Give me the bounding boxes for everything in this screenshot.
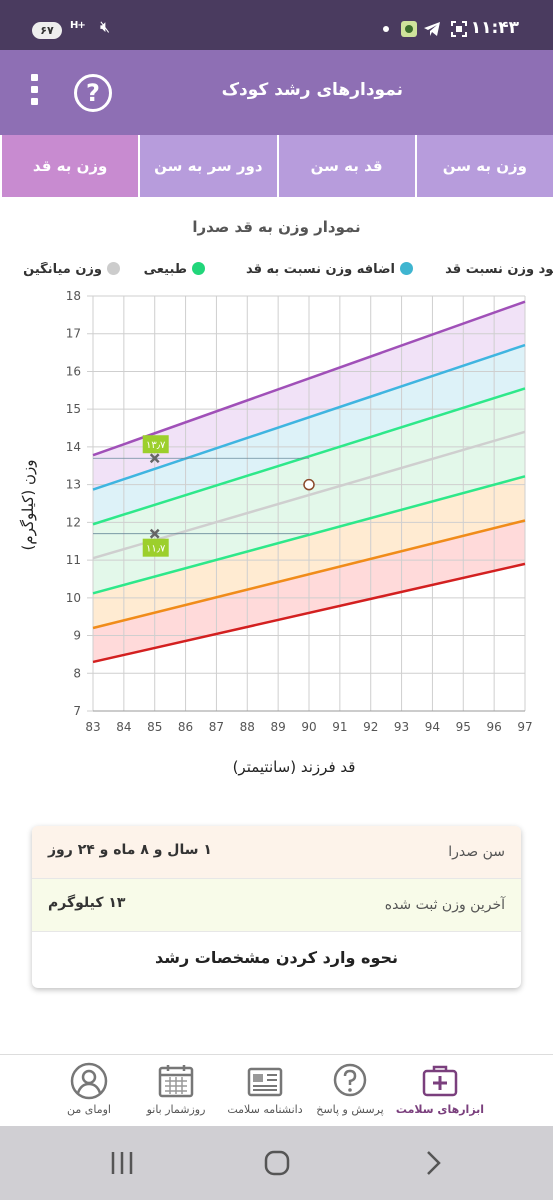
age-label: سن صدرا (448, 844, 505, 860)
x-tick-label: 83 (85, 720, 100, 734)
growth-info-card: سن صدرا ۱ سال و ۸ ماه و ۲۴ روز آخرین وزن… (32, 826, 521, 988)
last-weight-value: ۱۳ کیلوگرم (48, 895, 126, 911)
x-tick-label: 97 (517, 720, 532, 734)
x-tick-label: 86 (178, 720, 193, 734)
bottom-navigation: ابزارهای سلامت پرسش و پاسخ دانشنامه سلام… (0, 1054, 553, 1126)
x-tick-label: 91 (332, 720, 347, 734)
legend-item-normal: طبیعی (144, 262, 205, 277)
y-tick-label: 7 (73, 704, 81, 718)
nav-label-calendar: روزشمار بانو (146, 1103, 206, 1116)
y-tick-label: 16 (66, 364, 81, 378)
data-point (303, 478, 315, 491)
back-icon[interactable] (420, 1150, 448, 1176)
y-tick-label: 17 (66, 327, 81, 341)
legend-swatch-overweight (400, 262, 413, 275)
x-tick-label: 89 (271, 720, 286, 734)
nav-label-health-tools: ابزارهای سلامت (395, 1103, 485, 1116)
nav-health-tools[interactable]: ابزارهای سلامت (390, 1061, 490, 1116)
question-bubble-icon (333, 1063, 367, 1097)
telegram-icon (424, 22, 440, 36)
status-bar: ۶۷ H+ 🔇︎ ۱۱:۴۳ (0, 0, 553, 50)
chart-tabs: وزن به سن قد به سن دور سر به سن وزن به ق… (0, 135, 553, 197)
notification-dot-icon (383, 26, 389, 32)
recent-apps-icon[interactable] (108, 1150, 136, 1176)
x-tick-label: 87 (209, 720, 224, 734)
nav-encyclopedia[interactable]: دانشنامه سلامت (215, 1061, 315, 1116)
y-tick-label: 8 (73, 666, 81, 680)
x-tick-label: 85 (147, 720, 162, 734)
last-weight-label: آخرین وزن ثبت شده (384, 897, 505, 913)
y-tick-label: 15 (66, 402, 81, 416)
newspaper-icon (247, 1067, 283, 1097)
clock: ۱۱:۴۳ (470, 18, 519, 38)
app-bar: ? نمودارهای رشد کودک (0, 50, 553, 135)
y-tick-label: 11 (66, 553, 81, 567)
calendar-icon (158, 1065, 194, 1098)
age-row: سن صدرا ۱ سال و ۸ ماه و ۲۴ روز (32, 826, 521, 879)
age-value: ۱ سال و ۸ ماه و ۲۴ روز (48, 842, 212, 858)
y-tick-label: 14 (66, 440, 81, 454)
profile-icon (70, 1062, 108, 1100)
tab-head-circumference-for-age[interactable]: دور سر به سن (138, 135, 276, 197)
nav-label-profile: اومای من (67, 1103, 111, 1116)
legend-label-underweight: کمبود وزن نسبت قد (445, 262, 553, 277)
howto-enter-growth-button[interactable]: نحوه وارد کردن مشخصات رشد (32, 932, 521, 988)
nav-profile[interactable]: اومای من (39, 1061, 139, 1116)
x-tick-label: 94 (425, 720, 440, 734)
x-tick-label: 90 (301, 720, 316, 734)
nav-label-encyclopedia: دانشنامه سلامت (227, 1103, 303, 1116)
tab-weight-for-age[interactable]: وزن به سن (414, 135, 553, 197)
battery-indicator: ۶۷ (32, 22, 62, 39)
y-tick-label: 13 (66, 478, 81, 492)
app-notification-icon (401, 21, 417, 37)
home-icon[interactable] (263, 1150, 291, 1176)
marker-label-1: ۱۱٫۷ (146, 544, 166, 555)
tab-weight-for-height[interactable]: وزن به قد (0, 135, 139, 197)
y-tick-label: 12 (66, 515, 81, 529)
nav-label-questions: پرسش و پاسخ (316, 1103, 384, 1116)
screenshot-icon (451, 21, 467, 37)
legend-swatch-normal (192, 262, 205, 275)
tab-height-for-age[interactable]: قد به سن (276, 135, 415, 197)
network-indicator: H+ (70, 20, 86, 31)
x-tick-label: 84 (116, 720, 131, 734)
x-axis-label: قد فرزند (سانتیمتر) (232, 758, 356, 776)
nav-questions[interactable]: پرسش و پاسخ (300, 1061, 400, 1116)
legend-label-average: وزن میانگین (23, 262, 102, 277)
legend-item-underweight: کمبود وزن نسبت قد (445, 262, 553, 277)
legend-item-overweight: اضافه وزن نسبت به قد (246, 262, 413, 277)
y-tick-label: 9 (73, 629, 81, 643)
x-tick-label: 96 (487, 720, 502, 734)
legend-item-average: وزن میانگین (23, 262, 120, 277)
x-tick-label: 88 (240, 720, 255, 734)
y-tick-label: 18 (66, 289, 81, 303)
nav-calendar[interactable]: روزشمار بانو (126, 1061, 226, 1116)
chart-title: نمودار وزن به قد صدرا (192, 218, 361, 236)
legend-label-overweight: اضافه وزن نسبت به قد (245, 262, 395, 277)
more-menu-icon[interactable] (28, 74, 40, 112)
page-title: نمودارهای رشد کودک (221, 80, 403, 100)
system-navigation-bar (0, 1126, 553, 1200)
last-weight-row: آخرین وزن ثبت شده ۱۳ کیلوگرم (32, 879, 521, 932)
legend-swatch-average (107, 262, 120, 275)
legend-label-normal: طبیعی (143, 262, 187, 277)
mute-icon: 🔇︎ (100, 17, 111, 36)
x-tick-label: 95 (456, 720, 471, 734)
x-tick-label: 93 (394, 720, 409, 734)
weight-for-height-chart: 83 84 85 86 87 88 89 90 91 92 93 94 95 96 977891011121… (66, 289, 533, 734)
help-button[interactable]: ? (74, 74, 112, 112)
marker-label-0: ۱۳٫۷ (146, 440, 166, 451)
x-tick-label: 92 (363, 720, 378, 734)
y-tick-label: 10 (66, 591, 81, 605)
first-aid-kit-icon (422, 1065, 458, 1097)
